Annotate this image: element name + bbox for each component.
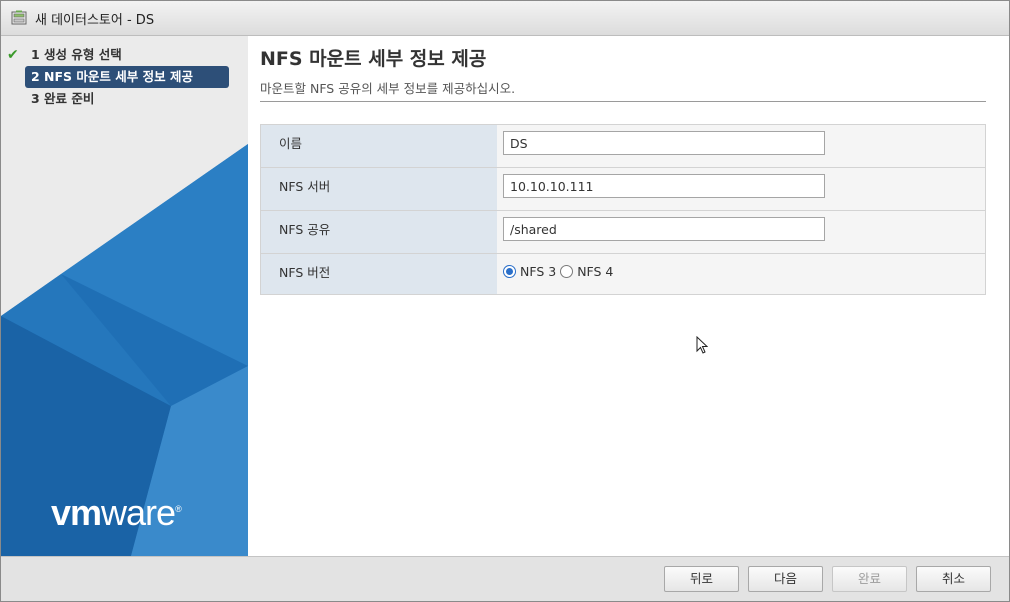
title-bar: 새 데이터스토어 - DS <box>1 1 1009 36</box>
page-title: NFS 마운트 세부 정보 제공 <box>260 48 487 70</box>
nfs4-radio-label[interactable]: NFS 4 <box>577 264 613 279</box>
nfs3-radio[interactable] <box>503 265 516 278</box>
mouse-cursor-icon <box>696 336 708 354</box>
form-row-name: 이름 <box>261 125 985 168</box>
nfs-server-label: NFS 서버 <box>261 168 497 210</box>
cancel-button[interactable]: 취소 <box>916 566 991 592</box>
nfs-server-input[interactable] <box>503 174 825 198</box>
next-button[interactable]: 다음 <box>748 566 823 592</box>
nfs-version-radio-group: NFS 3 NFS 4 <box>503 260 985 279</box>
nfs3-radio-label[interactable]: NFS 3 <box>520 264 556 279</box>
nfs-share-input[interactable] <box>503 217 825 241</box>
nfs-share-label: NFS 공유 <box>261 211 497 253</box>
wizard-footer: 뒤로 다음 완료 취소 <box>1 556 1009 601</box>
step-nfs-mount-details[interactable]: 2 NFS 마운트 세부 정보 제공 <box>25 66 229 88</box>
wizard-window: 새 데이터스토어 - DS ✔ 1 생성 유형 선택 2 NFS 마운트 세부 … <box>0 0 1010 602</box>
nav-background-graphic <box>1 36 248 556</box>
wizard-content: NFS 마운트 세부 정보 제공 마운트할 NFS 공유의 세부 정보를 제공하… <box>248 36 1009 556</box>
datastore-icon <box>11 10 27 25</box>
nfs-form: 이름 NFS 서버 NFS 공유 NFS 버전 <box>260 124 986 295</box>
finish-button[interactable]: 완료 <box>832 566 907 592</box>
back-button[interactable]: 뒤로 <box>664 566 739 592</box>
step-select-creation-type[interactable]: ✔ 1 생성 유형 선택 <box>7 44 229 66</box>
divider <box>260 101 986 102</box>
checkmark-icon: ✔ <box>7 47 19 63</box>
name-label: 이름 <box>261 125 497 167</box>
wizard-nav-panel: ✔ 1 생성 유형 선택 2 NFS 마운트 세부 정보 제공 3 완료 준비 … <box>1 36 248 556</box>
wizard-steps: ✔ 1 생성 유형 선택 2 NFS 마운트 세부 정보 제공 3 완료 준비 <box>1 44 248 110</box>
form-row-version: NFS 버전 NFS 3 NFS 4 <box>261 254 985 294</box>
step-label: 2 NFS 마운트 세부 정보 제공 <box>31 69 193 84</box>
page-description: 마운트할 NFS 공유의 세부 정보를 제공하십시오. <box>260 81 516 96</box>
window-title: 새 데이터스토어 - DS <box>35 12 155 28</box>
name-input[interactable] <box>503 131 825 155</box>
nfs4-radio[interactable] <box>560 265 574 278</box>
step-ready-to-complete[interactable]: 3 완료 준비 <box>25 88 229 110</box>
step-label: 3 완료 준비 <box>31 91 95 106</box>
form-row-server: NFS 서버 <box>261 168 985 211</box>
vmware-logo: vmware® <box>51 492 182 533</box>
step-label: 1 생성 유형 선택 <box>31 47 122 62</box>
form-row-share: NFS 공유 <box>261 211 985 254</box>
nfs-version-label: NFS 버전 <box>261 254 497 294</box>
